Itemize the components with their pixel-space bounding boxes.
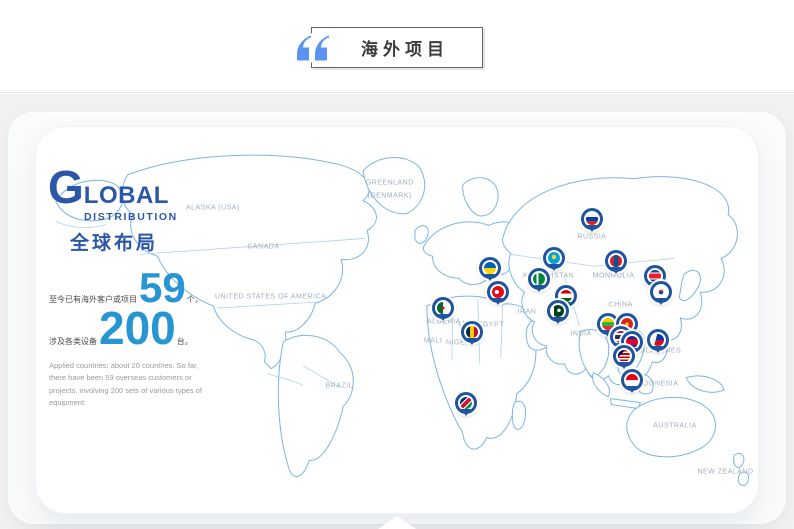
world-map-panel: GREENLAND(DENMARK)ALASKA (USA)CANADAUNIT… <box>35 126 759 514</box>
logo-chinese-text: 全球布局 <box>70 228 178 255</box>
logo-letter-g: G <box>48 169 84 207</box>
header-band: 海外项目 <box>0 0 794 93</box>
double-quote-icon <box>294 33 334 62</box>
next-section-arrow-icon <box>378 516 416 529</box>
section-header: 海外项目 <box>311 27 483 68</box>
global-distribution-logo: GLOBAL DISTRIBUTION 全球布局 <box>48 169 178 255</box>
overseas-projects-section: GREENLAND(DENMARK)ALASKA (USA)CANADAUNIT… <box>0 94 794 529</box>
stat-projects-unit: 个， <box>187 294 203 305</box>
logo-distribution-text: DISTRIBUTION <box>84 211 178 223</box>
section-title: 海外项目 <box>345 35 449 60</box>
description-english: Applied countries: about 20 countries. S… <box>49 360 207 410</box>
stat-equipment-label: 涉及各类设备 <box>49 336 97 347</box>
stat-equipment-count: 200 <box>99 305 176 351</box>
logo-global-text: LOBAL <box>84 182 169 210</box>
overseas-projects-card: GREENLAND(DENMARK)ALASKA (USA)CANADAUNIT… <box>8 112 786 524</box>
stat-equipment-unit: 台。 <box>177 336 193 347</box>
stats-block: 至今已有海外客户或项目 59 个， 涉及各类设备 200 台。 Applied … <box>49 267 224 410</box>
